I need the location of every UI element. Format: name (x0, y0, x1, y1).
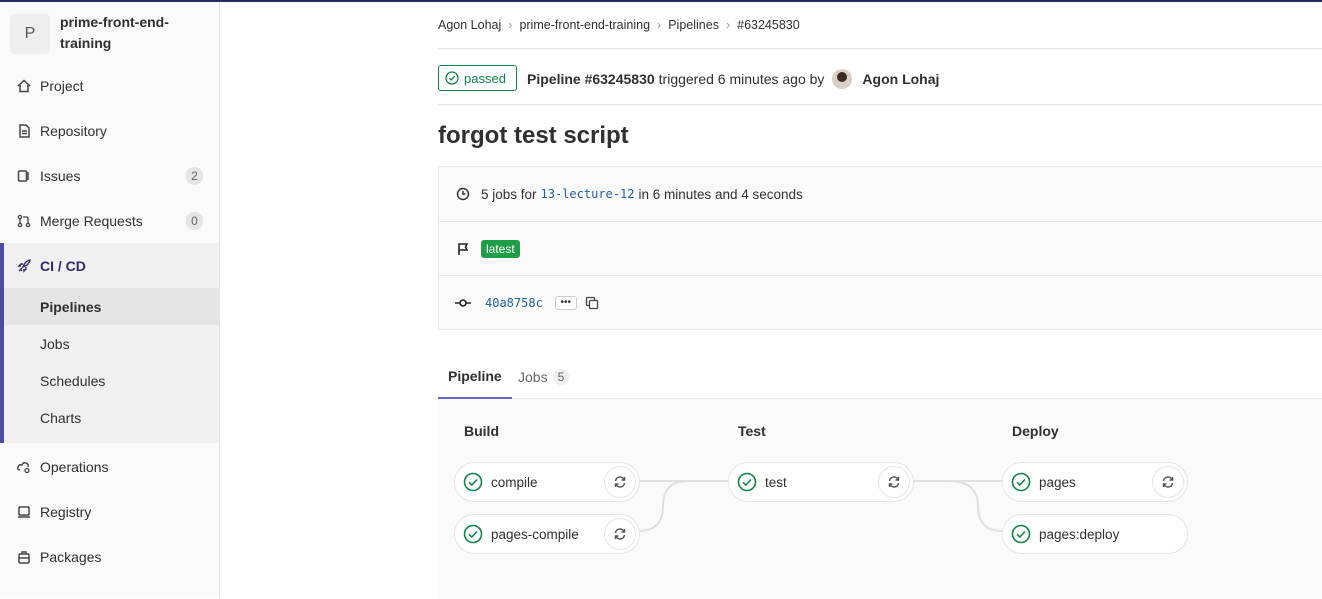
jobs-prefix: 5 jobs for (481, 186, 537, 202)
sidebar-item-label: Operations (40, 458, 109, 475)
sidebar-item-label: Issues (40, 167, 81, 184)
project-header[interactable]: P prime-front-end-training (10, 12, 190, 54)
retry-icon[interactable] (878, 466, 910, 498)
check-circle-icon (463, 524, 483, 544)
job-label: test (765, 474, 787, 490)
sidebar-item-issues[interactable]: Issues 2 (0, 153, 219, 198)
job-label: compile (491, 474, 538, 490)
clock-icon (455, 186, 471, 202)
triggered-by-user[interactable]: Agon Lohaj (862, 71, 939, 87)
copy-icon[interactable] (585, 296, 599, 310)
sidebar-item-label: Registry (40, 503, 92, 520)
commit-icon (455, 295, 471, 311)
tab-label: Jobs (518, 368, 548, 385)
tags-row: latest (439, 221, 1322, 275)
breadcrumb-chevron-icon: › (725, 18, 731, 32)
sidebar-item-label: Repository (40, 122, 107, 139)
tab-jobs[interactable]: Jobs 5 (518, 354, 570, 399)
sidebar-item-label: Project (40, 77, 84, 94)
tab-label: Pipeline (448, 367, 502, 384)
jobs-summary-row: 5 jobs for 13-lecture-12 in 6 minutes an… (439, 167, 1322, 221)
breadcrumb-pipeline-id[interactable]: #63245830 (737, 18, 800, 32)
doc-icon (16, 123, 32, 139)
check-circle-icon (737, 472, 757, 492)
stage-title-test: Test (738, 423, 766, 439)
package-icon (16, 549, 32, 565)
job-pages-deploy[interactable]: pages:deploy (1002, 514, 1188, 554)
stage-title-build: Build (464, 423, 499, 439)
project-name[interactable]: prime-front-end-training (60, 12, 190, 54)
breadcrumb-user[interactable]: Agon Lohaj (438, 18, 501, 32)
flag-icon (455, 241, 471, 257)
rocket-icon (16, 258, 32, 274)
breadcrumb-chevron-icon: › (657, 18, 662, 32)
sidebar-item-registry[interactable]: Registry (0, 489, 219, 534)
sidebar-item-repository[interactable]: Repository (0, 108, 219, 153)
check-circle-icon (463, 472, 483, 492)
commit-row: 40a8758c ••• (439, 275, 1322, 329)
check-circle-icon (1011, 472, 1031, 492)
retry-icon[interactable] (604, 466, 636, 498)
triggered-text: triggered 6 minutes ago by (658, 71, 825, 87)
job-pages[interactable]: pages (1002, 462, 1188, 502)
page-title: forgot test script (438, 122, 629, 149)
home-icon (16, 78, 32, 94)
commit-sha-link[interactable]: 40a8758c (485, 296, 543, 310)
job-label: pages (1039, 474, 1076, 490)
stage-title-deploy: Deploy (1012, 423, 1059, 439)
divider (438, 104, 1322, 105)
latest-badge: latest (481, 239, 520, 258)
breadcrumb-project[interactable]: prime-front-end-training (519, 18, 650, 32)
sidebar-subitem-jobs[interactable]: Jobs (4, 325, 219, 362)
pipeline-tabs: Pipeline Jobs 5 (438, 354, 1322, 399)
cloud-gear-icon (16, 459, 32, 475)
jobs-count-badge: 5 (552, 368, 570, 385)
sidebar-item-label: Packages (40, 548, 102, 565)
status-text: passed (464, 70, 506, 86)
job-pages-compile[interactable]: pages-compile (454, 514, 640, 554)
retry-icon[interactable] (1152, 466, 1184, 498)
check-circle-icon (1011, 524, 1031, 544)
job-compile[interactable]: compile (454, 462, 640, 502)
branch-link[interactable]: 13-lecture-12 (541, 187, 635, 201)
breadcrumb-pipelines[interactable]: Pipelines (668, 18, 719, 32)
breadcrumb-chevron-icon: › (508, 18, 513, 32)
status-badge[interactable]: passed (438, 65, 517, 91)
job-label: pages:deploy (1039, 526, 1120, 542)
sidebar-item-packages[interactable]: Packages (0, 534, 219, 579)
expand-commit-message-button[interactable]: ••• (554, 295, 577, 310)
project-avatar: P (10, 14, 50, 54)
tab-pipeline[interactable]: Pipeline (438, 354, 512, 399)
sidebar-item-operations[interactable]: Operations (0, 444, 219, 489)
issues-count-badge: 2 (186, 166, 203, 185)
pipeline-info-box: 5 jobs for 13-lecture-12 in 6 minutes an… (438, 166, 1322, 330)
sidebar-subitem-pipelines[interactable]: Pipelines (4, 288, 219, 325)
merge-request-icon (16, 213, 32, 229)
sidebar-item-label: CI / CD (40, 257, 86, 274)
retry-icon[interactable] (604, 518, 636, 550)
container-icon (16, 504, 32, 520)
job-test[interactable]: test (728, 462, 914, 502)
sidebar-subitem-charts[interactable]: Charts (4, 399, 219, 436)
issues-icon (16, 168, 32, 184)
sidebar-section-cicd: CI / CD Pipelines Jobs Schedules Charts (0, 243, 219, 443)
job-label: pages-compile (491, 526, 579, 542)
sidebar-subitem-schedules[interactable]: Schedules (4, 362, 219, 399)
merge-requests-count-badge: 0 (186, 211, 203, 230)
pipeline-graph: Build Test Deploy compile pages-compile … (438, 399, 1322, 599)
breadcrumb: Agon Lohaj › prime-front-end-training › Pipe… (438, 18, 800, 32)
duration-text: in 6 minutes and 4 seconds (638, 186, 803, 202)
divider (438, 48, 1322, 49)
check-circle-icon (445, 71, 459, 85)
sidebar-item-project[interactable]: Project (0, 63, 219, 108)
sidebar-item-cicd[interactable]: CI / CD (4, 243, 219, 288)
avatar[interactable] (832, 69, 853, 89)
pipeline-header: Pipeline #63245830 triggered 6 minutes a… (527, 69, 939, 89)
sidebar-item-label: Merge Requests (40, 212, 143, 229)
pipeline-label: Pipeline #63245830 (527, 71, 655, 87)
sidebar-item-merge-requests[interactable]: Merge Requests 0 (0, 198, 219, 243)
sidebar: P prime-front-end-training Project Repos… (0, 2, 220, 597)
